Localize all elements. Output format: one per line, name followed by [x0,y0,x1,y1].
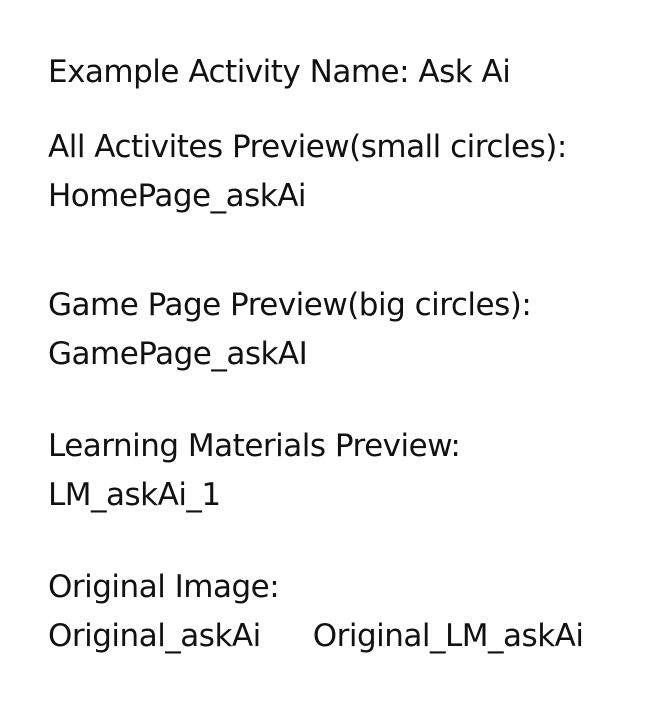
original-image-files: Original_askAi Original_LM_askAi [48,612,584,661]
original-image-file-1: Original_askAi [48,618,261,654]
activity-name-section: Example Activity Name: Ask Ai [48,48,511,97]
activity-name-text: Example Activity Name: Ask Ai [48,54,511,90]
game-page-file: GamePage_askAI [48,336,308,372]
game-page-section: Game Page Preview(big circles): GamePage… [48,281,532,379]
learning-materials-file: LM_askAi_1 [48,477,221,513]
original-image-section: Original Image: Original_askAi Original_L… [48,563,584,661]
game-page-heading: Game Page Preview(big circles): [48,287,532,323]
learning-materials-heading: Learning Materials Preview: [48,428,461,464]
original-image-heading: Original Image: [48,569,280,605]
all-activities-heading: All Activites Preview(small circles): [48,129,567,165]
original-image-file-2: Original_LM_askAi [312,618,584,654]
all-activities-file: HomePage_askAi [48,178,307,214]
learning-materials-section: Learning Materials Preview: LM_askAi_1 [48,422,461,520]
all-activities-section: All Activites Preview(small circles): Ho… [48,123,567,221]
